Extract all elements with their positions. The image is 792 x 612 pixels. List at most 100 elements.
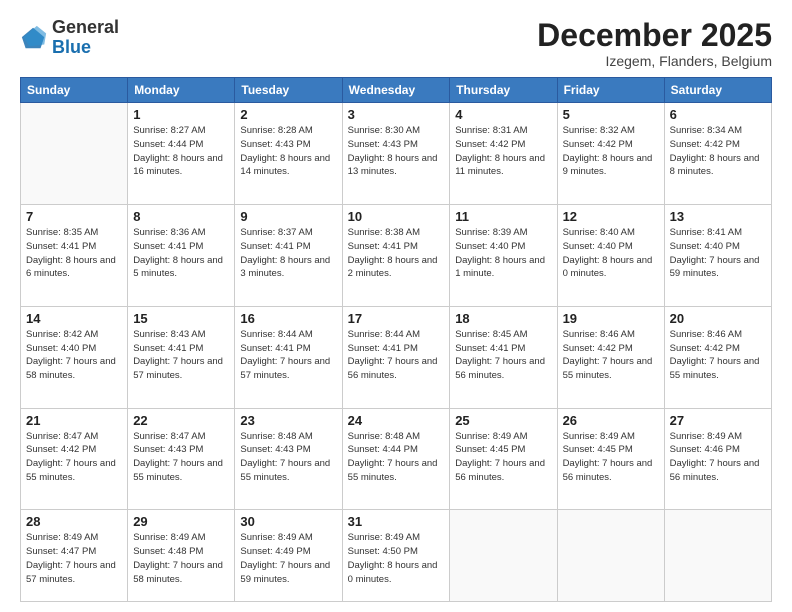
day-info: Sunrise: 8:37 AM Sunset: 4:41 PM Dayligh… <box>240 226 336 281</box>
day-number: 5 <box>563 107 659 122</box>
calendar-week-row: 28 Sunrise: 8:49 AM Sunset: 4:47 PM Dayli… <box>21 510 772 602</box>
calendar-day-cell: 25 Sunrise: 8:49 AM Sunset: 4:45 PM Dayli… <box>450 408 557 510</box>
day-number: 10 <box>348 209 445 224</box>
day-number: 1 <box>133 107 229 122</box>
calendar-day-cell: 29 Sunrise: 8:49 AM Sunset: 4:48 PM Dayli… <box>128 510 235 602</box>
day-info: Sunrise: 8:49 AM Sunset: 4:49 PM Dayligh… <box>240 531 336 586</box>
calendar-day-cell: 15 Sunrise: 8:43 AM Sunset: 4:41 PM Dayli… <box>128 306 235 408</box>
calendar-day-cell: 6 Sunrise: 8:34 AM Sunset: 4:42 PM Daylig… <box>664 103 771 205</box>
calendar-day-cell: 16Sunrise: 8:44 AM Sunset: 4:41 PM Dayli… <box>235 306 342 408</box>
logo-icon <box>20 24 48 52</box>
day-info: Sunrise: 8:43 AM Sunset: 4:41 PM Dayligh… <box>133 328 229 383</box>
calendar-week-row: 1Sunrise: 8:27 AM Sunset: 4:44 PM Daylig… <box>21 103 772 205</box>
day-number: 4 <box>455 107 551 122</box>
day-info: Sunrise: 8:45 AM Sunset: 4:41 PM Dayligh… <box>455 328 551 383</box>
calendar-day-cell: 21Sunrise: 8:47 AM Sunset: 4:42 PM Dayli… <box>21 408 128 510</box>
day-number: 18 <box>455 311 551 326</box>
day-info: Sunrise: 8:48 AM Sunset: 4:44 PM Dayligh… <box>348 430 445 485</box>
logo: General Blue <box>20 18 119 58</box>
day-info: Sunrise: 8:47 AM Sunset: 4:43 PM Dayligh… <box>133 430 229 485</box>
day-number: 13 <box>670 209 766 224</box>
day-info: Sunrise: 8:38 AM Sunset: 4:41 PM Dayligh… <box>348 226 445 281</box>
day-info: Sunrise: 8:44 AM Sunset: 4:41 PM Dayligh… <box>348 328 445 383</box>
calendar-day-cell: 27 Sunrise: 8:49 AM Sunset: 4:46 PM Dayli… <box>664 408 771 510</box>
day-info: Sunrise: 8:46 AM Sunset: 4:42 PM Dayligh… <box>563 328 659 383</box>
day-info: Sunrise: 8:49 AM Sunset: 4:48 PM Dayligh… <box>133 531 229 586</box>
calendar-week-row: 21Sunrise: 8:47 AM Sunset: 4:42 PM Dayli… <box>21 408 772 510</box>
day-number: 28 <box>26 514 122 529</box>
calendar-day-cell: 9 Sunrise: 8:37 AM Sunset: 4:41 PM Daylig… <box>235 204 342 306</box>
day-info: Sunrise: 8:30 AM Sunset: 4:43 PM Dayligh… <box>348 124 445 179</box>
day-info: Sunrise: 8:46 AM Sunset: 4:42 PM Dayligh… <box>670 328 766 383</box>
day-info: Sunrise: 8:41 AM Sunset: 4:40 PM Dayligh… <box>670 226 766 281</box>
day-number: 15 <box>133 311 229 326</box>
day-info: Sunrise: 8:49 AM Sunset: 4:50 PM Dayligh… <box>348 531 445 586</box>
day-number: 27 <box>670 413 766 428</box>
title-block: December 2025 Izegem, Flanders, Belgium <box>537 18 772 69</box>
day-info: Sunrise: 8:35 AM Sunset: 4:41 PM Dayligh… <box>26 226 122 281</box>
calendar-table: SundayMondayTuesdayWednesdayThursdayFrid… <box>20 77 772 602</box>
calendar-day-cell: 22 Sunrise: 8:47 AM Sunset: 4:43 PM Dayli… <box>128 408 235 510</box>
calendar-day-cell: 1Sunrise: 8:27 AM Sunset: 4:44 PM Daylig… <box>128 103 235 205</box>
day-info: Sunrise: 8:40 AM Sunset: 4:40 PM Dayligh… <box>563 226 659 281</box>
day-info: Sunrise: 8:48 AM Sunset: 4:43 PM Dayligh… <box>240 430 336 485</box>
calendar-day-cell: 7 Sunrise: 8:35 AM Sunset: 4:41 PM Daylig… <box>21 204 128 306</box>
day-of-week-header: Tuesday <box>235 78 342 103</box>
day-info: Sunrise: 8:49 AM Sunset: 4:47 PM Dayligh… <box>26 531 122 586</box>
calendar-day-cell: 2 Sunrise: 8:28 AM Sunset: 4:43 PM Daylig… <box>235 103 342 205</box>
day-number: 12 <box>563 209 659 224</box>
calendar-day-cell: 28 Sunrise: 8:49 AM Sunset: 4:47 PM Dayli… <box>21 510 128 602</box>
calendar-day-cell: 14Sunrise: 8:42 AM Sunset: 4:40 PM Dayli… <box>21 306 128 408</box>
calendar-day-cell: 5Sunrise: 8:32 AM Sunset: 4:42 PM Daylig… <box>557 103 664 205</box>
day-number: 2 <box>240 107 336 122</box>
day-of-week-header: Sunday <box>21 78 128 103</box>
day-info: Sunrise: 8:49 AM Sunset: 4:45 PM Dayligh… <box>455 430 551 485</box>
calendar-day-cell: 8 Sunrise: 8:36 AM Sunset: 4:41 PM Daylig… <box>128 204 235 306</box>
day-info: Sunrise: 8:36 AM Sunset: 4:41 PM Dayligh… <box>133 226 229 281</box>
day-info: Sunrise: 8:39 AM Sunset: 4:40 PM Dayligh… <box>455 226 551 281</box>
day-info: Sunrise: 8:49 AM Sunset: 4:45 PM Dayligh… <box>563 430 659 485</box>
month-title: December 2025 <box>537 18 772 53</box>
header: General Blue December 2025 Izegem, Fland… <box>20 18 772 69</box>
day-number: 22 <box>133 413 229 428</box>
calendar-day-cell: 24Sunrise: 8:48 AM Sunset: 4:44 PM Dayli… <box>342 408 450 510</box>
calendar-week-row: 14Sunrise: 8:42 AM Sunset: 4:40 PM Dayli… <box>21 306 772 408</box>
calendar-page: General Blue December 2025 Izegem, Fland… <box>0 0 792 612</box>
calendar-day-cell: 17Sunrise: 8:44 AM Sunset: 4:41 PM Dayli… <box>342 306 450 408</box>
day-info: Sunrise: 8:31 AM Sunset: 4:42 PM Dayligh… <box>455 124 551 179</box>
day-number: 7 <box>26 209 122 224</box>
day-number: 9 <box>240 209 336 224</box>
calendar-day-cell <box>21 103 128 205</box>
location: Izegem, Flanders, Belgium <box>537 53 772 69</box>
calendar-day-cell: 3Sunrise: 8:30 AM Sunset: 4:43 PM Daylig… <box>342 103 450 205</box>
day-number: 21 <box>26 413 122 428</box>
day-number: 8 <box>133 209 229 224</box>
day-info: Sunrise: 8:34 AM Sunset: 4:42 PM Dayligh… <box>670 124 766 179</box>
calendar-day-cell <box>664 510 771 602</box>
day-number: 20 <box>670 311 766 326</box>
calendar-day-cell: 11 Sunrise: 8:39 AM Sunset: 4:40 PM Dayli… <box>450 204 557 306</box>
calendar-day-cell <box>450 510 557 602</box>
day-info: Sunrise: 8:49 AM Sunset: 4:46 PM Dayligh… <box>670 430 766 485</box>
day-of-week-header: Friday <box>557 78 664 103</box>
calendar-week-row: 7 Sunrise: 8:35 AM Sunset: 4:41 PM Daylig… <box>21 204 772 306</box>
day-number: 23 <box>240 413 336 428</box>
calendar-day-cell: 19Sunrise: 8:46 AM Sunset: 4:42 PM Dayli… <box>557 306 664 408</box>
calendar-day-cell: 26 Sunrise: 8:49 AM Sunset: 4:45 PM Dayli… <box>557 408 664 510</box>
calendar-header-row: SundayMondayTuesdayWednesdayThursdayFrid… <box>21 78 772 103</box>
day-info: Sunrise: 8:28 AM Sunset: 4:43 PM Dayligh… <box>240 124 336 179</box>
calendar-day-cell: 18 Sunrise: 8:45 AM Sunset: 4:41 PM Dayli… <box>450 306 557 408</box>
day-number: 11 <box>455 209 551 224</box>
day-number: 26 <box>563 413 659 428</box>
day-number: 25 <box>455 413 551 428</box>
day-info: Sunrise: 8:44 AM Sunset: 4:41 PM Dayligh… <box>240 328 336 383</box>
day-info: Sunrise: 8:42 AM Sunset: 4:40 PM Dayligh… <box>26 328 122 383</box>
day-of-week-header: Wednesday <box>342 78 450 103</box>
day-number: 6 <box>670 107 766 122</box>
calendar-day-cell <box>557 510 664 602</box>
calendar-day-cell: 23 Sunrise: 8:48 AM Sunset: 4:43 PM Dayli… <box>235 408 342 510</box>
calendar-day-cell: 31Sunrise: 8:49 AM Sunset: 4:50 PM Dayli… <box>342 510 450 602</box>
calendar-day-cell: 4 Sunrise: 8:31 AM Sunset: 4:42 PM Daylig… <box>450 103 557 205</box>
day-of-week-header: Monday <box>128 78 235 103</box>
day-number: 29 <box>133 514 229 529</box>
